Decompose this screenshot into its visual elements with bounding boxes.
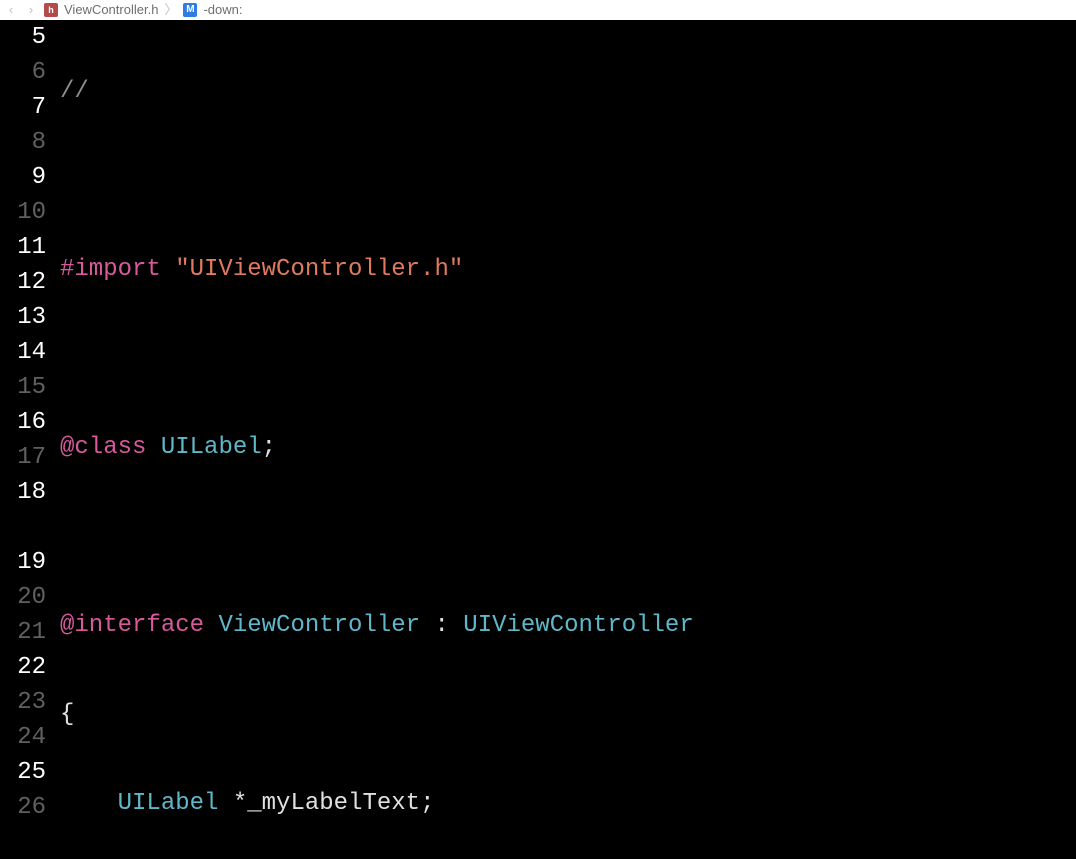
line-number: 13	[0, 300, 46, 335]
breadcrumb-separator-icon: 〉	[164, 0, 177, 20]
line-number: 20	[0, 580, 46, 615]
line-number: 12	[0, 265, 46, 300]
line-number-gutter: 5 6 7 8 9 10 11 12 13 14 15 16 17 18 19 …	[0, 20, 60, 859]
line-number: 23	[0, 685, 46, 720]
line-number: 26	[0, 790, 46, 825]
nav-forward-icon[interactable]: ›	[24, 3, 38, 17]
line-number: 22	[0, 650, 46, 685]
nav-back-icon[interactable]: ‹	[4, 3, 18, 17]
line-number: 25	[0, 755, 46, 790]
code-line: @interface ViewController : UIViewContro…	[60, 608, 1076, 643]
line-number: 24	[0, 720, 46, 755]
line-number: 19	[0, 545, 46, 580]
line-number: 5	[0, 20, 46, 55]
code-line: @class UILabel;	[60, 430, 1076, 465]
code-editor[interactable]: 5 6 7 8 9 10 11 12 13 14 15 16 17 18 19 …	[0, 20, 1076, 859]
code-line: UILabel *_myLabelText;	[60, 786, 1076, 821]
method-icon: M	[183, 3, 197, 17]
line-number: 14	[0, 335, 46, 370]
line-number: 7	[0, 90, 46, 125]
header-file-icon: h	[44, 3, 58, 17]
code-line	[60, 519, 1076, 554]
line-number: 16	[0, 405, 46, 440]
code-line: {	[60, 697, 1076, 732]
line-number: 9	[0, 160, 46, 195]
code-line: //	[60, 74, 1076, 109]
line-number: 15	[0, 370, 46, 405]
line-number: 6	[0, 55, 46, 90]
breadcrumb-file[interactable]: ViewController.h	[64, 0, 158, 20]
code-line	[60, 341, 1076, 376]
breadcrumb-bar: ‹ › h ViewController.h 〉 M -down:	[0, 0, 1076, 20]
line-number: 17	[0, 440, 46, 475]
code-content[interactable]: // #import "UIViewController.h" @class U…	[60, 20, 1076, 859]
line-number: 18	[0, 475, 46, 510]
line-number-wrap	[0, 510, 46, 545]
line-number: 11	[0, 230, 46, 265]
line-number: 21	[0, 615, 46, 650]
code-line	[60, 163, 1076, 198]
line-number: 8	[0, 125, 46, 160]
code-line: #import "UIViewController.h"	[60, 252, 1076, 287]
line-number: 10	[0, 195, 46, 230]
breadcrumb-method[interactable]: -down:	[203, 0, 242, 20]
